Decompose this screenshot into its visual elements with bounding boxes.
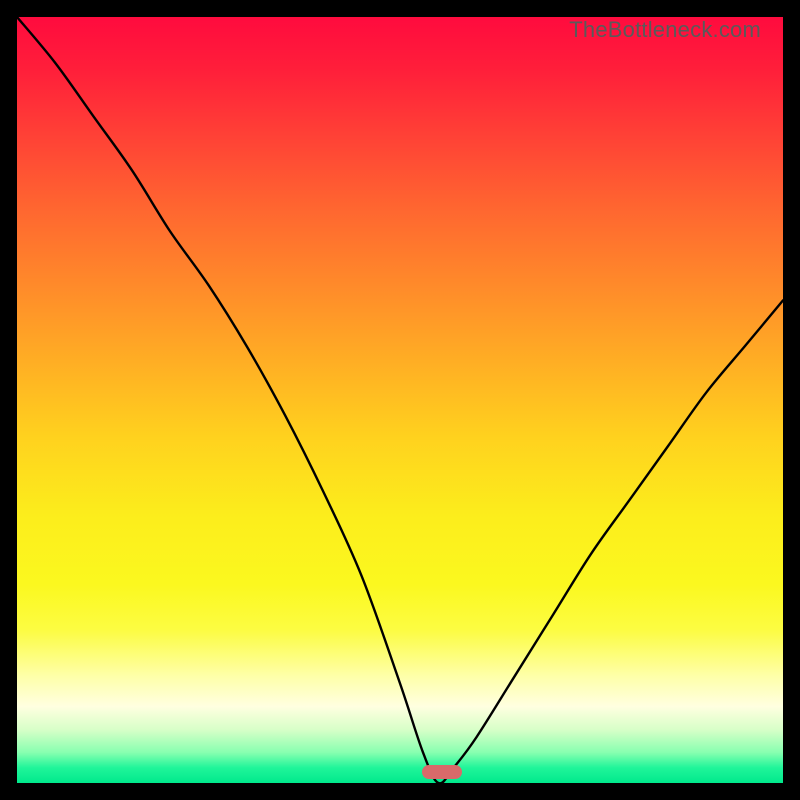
chart-frame: TheBottleneck.com xyxy=(0,0,800,800)
minimum-marker xyxy=(422,765,462,779)
plot-area: TheBottleneck.com xyxy=(17,17,783,783)
bottleneck-curve xyxy=(17,17,783,783)
